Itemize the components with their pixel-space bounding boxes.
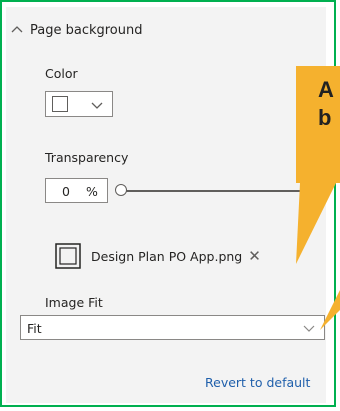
section-title: Page background bbox=[30, 22, 143, 38]
color-picker[interactable] bbox=[45, 91, 113, 117]
transparency-value: 0 bbox=[62, 184, 70, 199]
color-swatch bbox=[52, 96, 68, 112]
transparency-input[interactable]: 0 % bbox=[45, 178, 108, 203]
chevron-down-icon bbox=[303, 325, 315, 332]
transparency-slider-track[interactable] bbox=[124, 190, 320, 192]
section-header-page-background[interactable]: Page background bbox=[10, 20, 143, 40]
background-image-row: Design Plan PO App.png ✕ bbox=[55, 243, 261, 269]
color-label: Color bbox=[45, 66, 78, 81]
transparency-slider-thumb[interactable] bbox=[115, 184, 127, 196]
image-filename: Design Plan PO App.png bbox=[91, 248, 243, 264]
image-icon bbox=[55, 243, 81, 269]
transparency-unit: % bbox=[86, 184, 98, 199]
annotation-callout: A b bbox=[296, 66, 340, 183]
callout-line-2: b bbox=[318, 105, 332, 130]
image-fit-value: Fit bbox=[27, 321, 42, 336]
callout-line-1: A bbox=[318, 77, 334, 102]
transparency-label: Transparency bbox=[45, 150, 129, 165]
chevron-up-icon[interactable] bbox=[10, 23, 24, 37]
revert-to-default-link[interactable]: Revert to default bbox=[205, 375, 310, 390]
close-icon[interactable]: ✕ bbox=[248, 247, 261, 265]
chevron-down-icon bbox=[91, 102, 103, 109]
image-fit-label: Image Fit bbox=[45, 295, 103, 310]
image-fit-select[interactable]: Fit bbox=[20, 315, 325, 340]
